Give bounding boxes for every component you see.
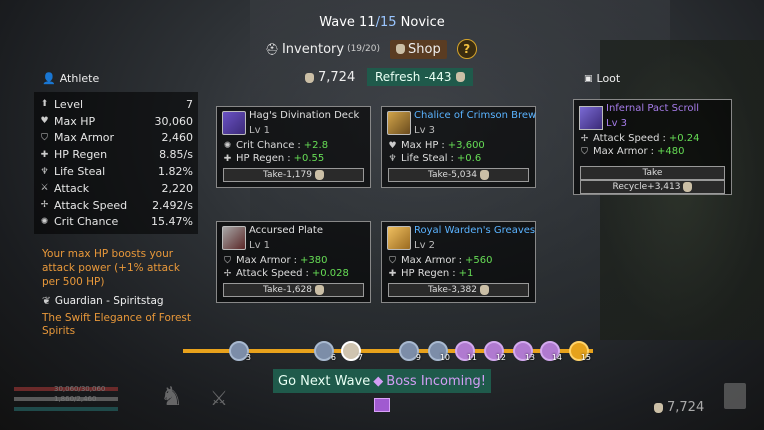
stat-value: 2,460 xyxy=(161,131,194,145)
stat-value: 7 xyxy=(186,97,193,111)
shop-button[interactable]: Shop xyxy=(390,39,447,59)
money-bag-icon xyxy=(455,72,465,82)
stat-value: 2.492/s xyxy=(152,198,193,212)
inventory-button[interactable]: ⛑ Inventory (19/20) xyxy=(265,42,380,57)
helmet-icon: ⛑ xyxy=(265,42,279,56)
hud-bars: 30,060/30,060 1,860/2,460 xyxy=(14,385,118,416)
next-wave-button[interactable]: Go Next Wave ◆ Boss Incoming! xyxy=(273,369,491,393)
wave-node-9: 9 xyxy=(399,341,421,362)
take-button[interactable]: Take-1,179 xyxy=(223,168,364,182)
wave-node-12: 12 xyxy=(484,341,506,362)
gold-display-bottom: 7,724 xyxy=(654,400,704,415)
crit-icon: ✺ xyxy=(40,216,49,227)
regen-icon: ✚ xyxy=(388,268,397,279)
stat-value: 2,220 xyxy=(161,181,194,195)
stat-row: ✚ HP Regen 8.85/s xyxy=(40,148,193,162)
shield-icon: ⛉ xyxy=(41,132,48,143)
stat-value: 8.85/s xyxy=(159,148,193,162)
wave-node-6: 6 xyxy=(314,341,336,362)
stat-row: ⬆ Level 7 xyxy=(40,97,193,111)
wave-node-3: 3 xyxy=(229,341,251,362)
stat-value: 15.47% xyxy=(151,215,193,229)
greaves-icon xyxy=(387,226,411,250)
money-bag-icon xyxy=(479,285,489,295)
wave-header: Wave 11/15 Novice xyxy=(319,15,445,30)
wave-node-15: 15 xyxy=(569,341,591,362)
character-hint: Your max HP boosts your attack power (+1… xyxy=(42,248,180,288)
chalice-icon xyxy=(387,111,411,135)
stat-row: ⛉ Max Armor 2,460 xyxy=(39,130,193,147)
heart-icon: ♥ xyxy=(388,140,397,151)
boss-chest-icon xyxy=(374,398,390,412)
money-bag-icon xyxy=(314,170,324,180)
wave-node-13: 13 xyxy=(513,341,535,362)
armor-bar: 1,860/2,460 xyxy=(14,395,118,403)
shop-item-card[interactable]: Hag's Divination Deck Lv 1 ✺ Crit Chance:… xyxy=(216,106,371,188)
shield-icon: ⛉ xyxy=(224,255,231,266)
person-icon: 👤 xyxy=(42,72,56,85)
stag-portrait-icon: ♞ xyxy=(160,382,184,412)
regen-icon: ✚ xyxy=(40,149,49,160)
regen-icon: ✚ xyxy=(223,153,232,164)
take-button[interactable]: Take-1,628 xyxy=(223,283,364,297)
stat-row: ✢ Attack Speed 2.492/s xyxy=(40,198,193,212)
shop-item-card[interactable]: Royal Warden's Greaves Lv 2 ⛉ Max Armor: … xyxy=(381,221,536,303)
recycle-button[interactable]: Recycle+3,413 xyxy=(580,180,725,194)
money-bag-icon xyxy=(396,44,406,54)
boss-icon: ◆ xyxy=(373,373,384,389)
menu-icon[interactable] xyxy=(724,383,746,409)
refresh-button[interactable]: Refresh -443 xyxy=(367,68,473,86)
guardian-label: ❦ Guardian - Spiritstag xyxy=(42,295,164,307)
character-title: 👤 Athlete xyxy=(42,72,100,85)
crit-icon: ✺ xyxy=(223,140,232,151)
hp-bar: 30,060/30,060 xyxy=(14,385,118,393)
stat-row: ♥ Max HP 30,060 xyxy=(40,114,194,128)
stat-row: ⚔ Attack 2,220 xyxy=(40,181,194,195)
help-button[interactable]: ? xyxy=(456,39,477,59)
weapon-icon: ⚔ xyxy=(210,386,228,410)
wave-node-10: 10 xyxy=(428,341,450,362)
gold-display: 7,724 xyxy=(305,70,355,85)
stat-row: ♆ Life Steal 1.82% xyxy=(40,165,193,179)
attack-speed-icon: ✢ xyxy=(223,268,232,279)
card-deck-icon xyxy=(222,111,246,135)
stats-panel: ⬆ Level 7 ♥ Max HP 30,060 ⛉ Max Armor 2,460 ✚ HP R… xyxy=(34,92,198,235)
lifesteal-icon: ♆ xyxy=(40,166,49,177)
wave-node-11: 11 xyxy=(455,341,477,362)
chest-icon: ▣ xyxy=(584,73,593,84)
energy-bar xyxy=(14,406,118,412)
shop-item-card[interactable]: Accursed Plate Lv 1 ⛉ Max Armor: +380 ✢ At… xyxy=(216,221,371,303)
armor-plate-icon xyxy=(222,226,246,250)
take-button[interactable]: Take-3,382 xyxy=(388,283,529,297)
attack-speed-icon: ✢ xyxy=(40,200,49,211)
money-bag-icon xyxy=(479,170,489,180)
shield-icon: ⛉ xyxy=(389,255,396,266)
stat-row: ✺ Crit Chance 15.47% xyxy=(40,215,193,229)
heart-icon: ♥ xyxy=(40,116,49,127)
top-nav: ⛑ Inventory (19/20) Shop ? xyxy=(265,39,477,59)
arrow-up-icon: ⬆ xyxy=(40,99,49,110)
take-button[interactable]: Take-5,034 xyxy=(388,168,529,182)
scroll-icon xyxy=(579,106,603,130)
loot-item-card[interactable]: Infernal Pact Scroll Lv 3 ✢ Attack Speed:… xyxy=(573,99,732,195)
money-bag-icon xyxy=(654,402,663,413)
money-bag-icon xyxy=(683,182,693,192)
attack-speed-icon: ✢ xyxy=(580,133,589,144)
loot-title: ▣ Loot xyxy=(584,72,621,85)
stat-value: 1.82% xyxy=(158,165,193,179)
wave-node-7: 7 xyxy=(341,341,363,362)
stag-icon: ❦ xyxy=(42,295,51,307)
money-bag-icon xyxy=(314,285,324,295)
loot-take-button[interactable]: Take xyxy=(580,166,725,180)
stat-value: 30,060 xyxy=(154,114,194,128)
lifesteal-icon: ♆ xyxy=(388,153,397,164)
wave-difficulty: Novice xyxy=(400,15,445,30)
guardian-description: The Swift Elegance of Forest Spirits xyxy=(42,312,192,337)
wave-node-14: 14 xyxy=(540,341,562,362)
sword-icon: ⚔ xyxy=(40,183,49,194)
shop-item-card[interactable]: Chalice of Crimson Brew Lv 3 ♥ Max HP: +3… xyxy=(381,106,536,188)
shield-icon: ⛉ xyxy=(581,146,588,157)
money-bag-icon xyxy=(305,72,314,83)
